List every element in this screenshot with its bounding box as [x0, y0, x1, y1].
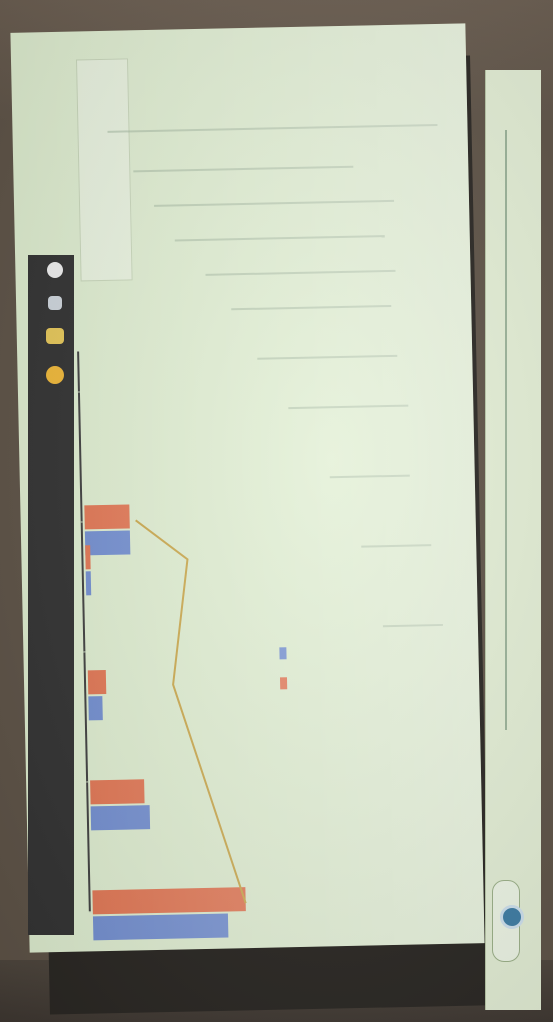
legend-swatch — [279, 647, 287, 660]
trend-line-path — [135, 519, 247, 904]
projected-screen — [10, 23, 485, 953]
photo-icon[interactable] — [47, 262, 63, 278]
bar-chart — [77, 344, 429, 951]
text-line — [231, 304, 392, 311]
text-line — [174, 235, 385, 242]
refresh-icon[interactable] — [46, 366, 64, 384]
text-line — [107, 123, 438, 133]
legend-swatch — [279, 677, 288, 690]
trend-line — [135, 519, 247, 904]
settings-icon[interactable] — [48, 296, 62, 310]
text-line — [205, 269, 396, 276]
text-line — [154, 199, 395, 207]
chrome-icon[interactable] — [500, 905, 524, 929]
folder-icon[interactable] — [46, 328, 64, 344]
address-bar[interactable] — [505, 130, 507, 730]
taskbar — [28, 255, 74, 935]
browser-toolbar — [485, 70, 541, 1010]
dialog-header — [75, 58, 133, 282]
text-line — [133, 165, 354, 173]
